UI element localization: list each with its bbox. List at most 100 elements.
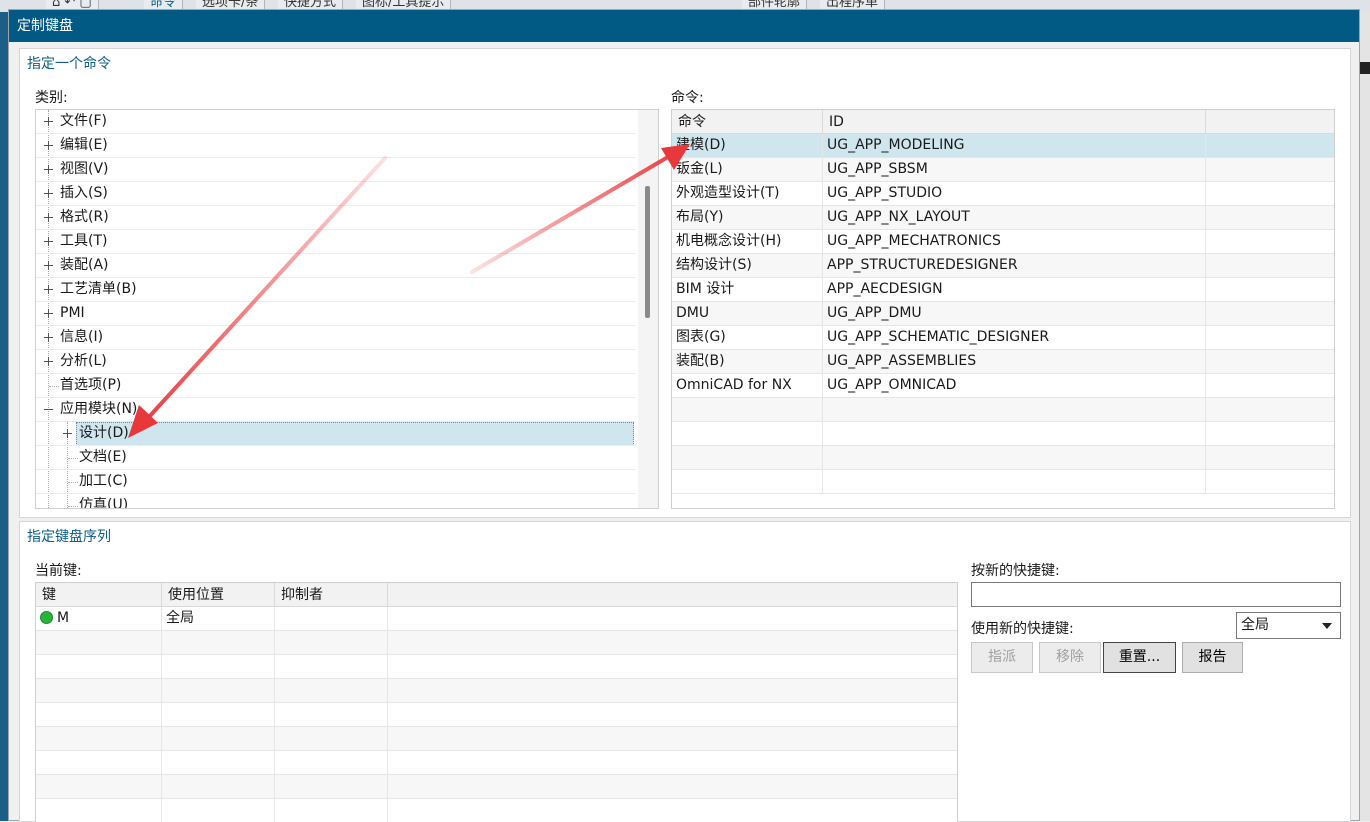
tree-scrollbar[interactable] bbox=[638, 110, 658, 508]
table-row[interactable]: DMU UG_APP_DMU bbox=[672, 302, 1334, 326]
key-cell: M bbox=[36, 607, 162, 631]
table-row[interactable]: 建模(D) UG_APP_MODELING bbox=[672, 134, 1334, 158]
tree-item[interactable]: PMI bbox=[36, 302, 636, 326]
tree-item[interactable]: 工具(T) bbox=[36, 230, 636, 254]
tree-item[interactable]: 插入(S) bbox=[36, 182, 636, 206]
assign-command-group-title: 指定一个命令 bbox=[27, 56, 111, 72]
current-keys-table: 键 使用位置 抑制者 M 全局 bbox=[35, 582, 958, 822]
commands-table: 命令 ID 建模(D) UG_APP_MODELING 钣金(L) UG_APP_SB… bbox=[671, 109, 1335, 509]
command-name-cell: DMU bbox=[672, 302, 823, 326]
command-name-cell: 钣金(L) bbox=[672, 158, 823, 182]
tree-item[interactable]: 加工(C) bbox=[36, 470, 636, 494]
tree-item[interactable]: 设计(D) bbox=[36, 422, 636, 446]
tree-item[interactable]: 仿真(U) bbox=[36, 494, 636, 508]
tree-item-label: 视图(V) bbox=[60, 161, 109, 177]
tree-item[interactable]: 首选项(P) bbox=[36, 374, 636, 398]
table-row[interactable]: 钣金(L) UG_APP_SBSM bbox=[672, 158, 1334, 182]
command-id-cell: UG_APP_SBSM bbox=[823, 158, 1206, 182]
empty-table-row bbox=[36, 775, 957, 799]
tree-item-label: 装配(A) bbox=[60, 257, 109, 273]
column-header-suppressed-by[interactable]: 抑制者 bbox=[275, 583, 388, 607]
command-name-cell: 装配(B) bbox=[672, 350, 823, 374]
table-row[interactable]: 结构设计(S) APP_STRUCTUREDESIGNER bbox=[672, 254, 1334, 278]
empty-table-row bbox=[672, 422, 1334, 446]
table-row[interactable]: 布局(Y) UG_APP_NX_LAYOUT bbox=[672, 206, 1334, 230]
tree-item[interactable]: 应用模块(N) bbox=[36, 398, 636, 422]
expand-icon[interactable] bbox=[44, 261, 53, 270]
customize-keyboard-dialog: 定制键盘 指定一个命令 类别: 命令: 文件(F) 编辑(E) 视图(V) 插入(S)… bbox=[8, 9, 1360, 822]
table-row[interactable]: BIM 设计 APP_AECDESIGN bbox=[672, 278, 1334, 302]
suppressed-by-cell bbox=[275, 799, 388, 822]
tree-scrollbar-thumb[interactable] bbox=[645, 186, 650, 318]
command-name-cell bbox=[672, 446, 823, 470]
tree-item[interactable]: 文档(E) bbox=[36, 446, 636, 470]
column-header-location[interactable]: 使用位置 bbox=[162, 583, 275, 607]
expand-icon[interactable] bbox=[44, 333, 53, 342]
expand-icon[interactable] bbox=[63, 429, 72, 438]
expand-icon[interactable] bbox=[44, 237, 53, 246]
table-row[interactable]: M 全局 bbox=[36, 607, 957, 631]
suppressed-by-cell bbox=[275, 775, 388, 799]
table-row[interactable]: 机电概念设计(H) UG_APP_MECHATRONICS bbox=[672, 230, 1334, 254]
tree-item[interactable]: 文件(F) bbox=[36, 110, 636, 134]
expand-icon[interactable] bbox=[44, 357, 53, 366]
expand-icon[interactable] bbox=[44, 309, 53, 318]
expand-icon[interactable] bbox=[44, 285, 53, 294]
tree-item-label: 文件(F) bbox=[60, 113, 107, 129]
tree-item-label: 格式(R) bbox=[60, 209, 109, 225]
reset-button[interactable]: 重置... bbox=[1103, 642, 1176, 673]
empty-table-row bbox=[36, 703, 957, 727]
command-id-cell: APP_AECDESIGN bbox=[823, 278, 1206, 302]
location-cell bbox=[162, 679, 275, 703]
tree-item[interactable]: 分析(L) bbox=[36, 350, 636, 374]
category-tree[interactable]: 文件(F) 编辑(E) 视图(V) 插入(S) 格式(R) 工具(T) 装配(A) 工艺清单(… bbox=[35, 109, 659, 509]
tree-item[interactable]: 装配(A) bbox=[36, 254, 636, 278]
key-sequence-group-title: 指定键盘序列 bbox=[27, 529, 111, 545]
tree-item-label: 工艺清单(B) bbox=[60, 281, 137, 297]
key-cell bbox=[36, 727, 162, 751]
tree-item-label: PMI bbox=[60, 305, 85, 321]
dialog-title[interactable]: 定制键盘 bbox=[9, 10, 1359, 42]
remove-button[interactable]: 移除 bbox=[1039, 642, 1101, 673]
column-header-command[interactable]: 命令 bbox=[672, 110, 823, 134]
expand-icon[interactable] bbox=[44, 165, 53, 174]
column-header-key[interactable]: 键 bbox=[36, 583, 162, 607]
expand-icon[interactable] bbox=[44, 141, 53, 150]
table-row[interactable]: 装配(B) UG_APP_ASSEMBLIES bbox=[672, 350, 1334, 374]
expand-icon[interactable] bbox=[44, 189, 53, 198]
tree-item[interactable]: 编辑(E) bbox=[36, 134, 636, 158]
suppressed-by-cell bbox=[275, 727, 388, 751]
command-id-cell: UG_APP_DMU bbox=[823, 302, 1206, 326]
column-header-id[interactable]: ID bbox=[823, 110, 1206, 134]
use-new-shortcut-dropdown[interactable]: 全局 bbox=[1236, 612, 1341, 639]
command-id-cell bbox=[823, 398, 1206, 422]
tree-item-label: 首选项(P) bbox=[60, 377, 122, 393]
table-row[interactable]: OmniCAD for NX UG_APP_OMNICAD bbox=[672, 374, 1334, 398]
expand-icon[interactable] bbox=[44, 117, 53, 126]
assign-button[interactable]: 指派 bbox=[971, 642, 1033, 673]
collapse-icon[interactable] bbox=[44, 405, 53, 414]
empty-table-row bbox=[672, 398, 1334, 422]
tree-item[interactable]: 格式(R) bbox=[36, 206, 636, 230]
command-name-cell: 机电概念设计(H) bbox=[672, 230, 823, 254]
suppressed-by-cell bbox=[275, 607, 388, 631]
location-cell bbox=[162, 703, 275, 727]
command-id-cell: APP_STRUCTUREDESIGNER bbox=[823, 254, 1206, 278]
background-app-edge bbox=[1360, 12, 1370, 821]
tree-item[interactable]: 信息(I) bbox=[36, 326, 636, 350]
table-row[interactable]: 外观造型设计(T) UG_APP_STUDIO bbox=[672, 182, 1334, 206]
report-button[interactable]: 报告 bbox=[1182, 642, 1243, 673]
suppressed-by-cell bbox=[275, 631, 388, 655]
command-name-cell bbox=[672, 470, 823, 494]
empty-table-row bbox=[36, 727, 957, 751]
command-name-cell: 布局(Y) bbox=[672, 206, 823, 230]
tree-item-label: 插入(S) bbox=[60, 185, 108, 201]
tree-item[interactable]: 视图(V) bbox=[36, 158, 636, 182]
tree-item-label: 文档(E) bbox=[79, 449, 127, 465]
location-cell bbox=[162, 727, 275, 751]
table-row[interactable]: 图表(G) UG_APP_SCHEMATIC_DESIGNER bbox=[672, 326, 1334, 350]
tree-item[interactable]: 工艺清单(B) bbox=[36, 278, 636, 302]
key-cell bbox=[36, 751, 162, 775]
new-shortcut-input[interactable] bbox=[971, 582, 1341, 607]
expand-icon[interactable] bbox=[44, 213, 53, 222]
